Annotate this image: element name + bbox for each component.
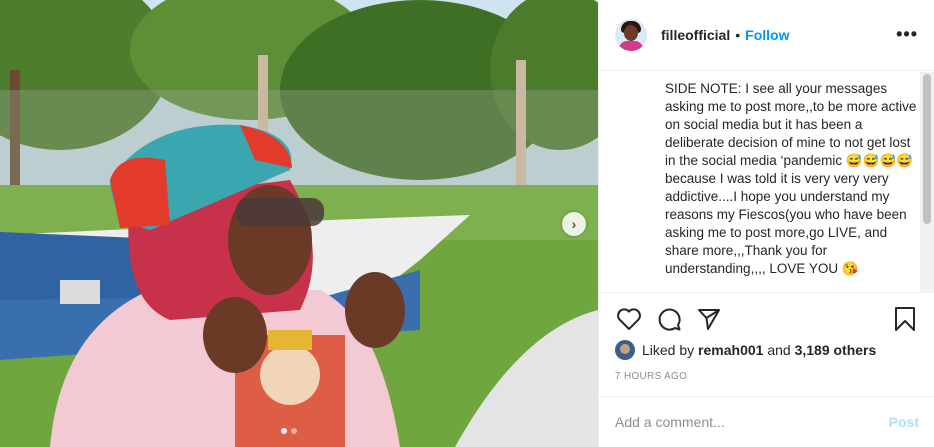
follow-button[interactable]: Follow	[745, 27, 789, 43]
caption-scrollbar[interactable]	[920, 72, 934, 292]
likes-count[interactable]: 3,189 others	[795, 342, 877, 358]
post-header: filleofficial • Follow •••	[599, 0, 934, 71]
photo-illustration	[0, 0, 598, 447]
post-side-panel: filleofficial • Follow ••• SIDE NOTE: I …	[598, 0, 934, 447]
carousel-indicator	[281, 428, 297, 434]
more-options-icon[interactable]: •••	[896, 24, 918, 45]
scrollbar-thumb[interactable]	[923, 74, 931, 224]
caption-text: SIDE NOTE: I see all your messages askin…	[665, 81, 917, 276]
separator-dot: •	[735, 27, 741, 43]
username-link[interactable]: filleofficial	[661, 27, 730, 43]
caption-area: SIDE NOTE: I see all your messages askin…	[599, 72, 919, 292]
likes-prefix: Liked by	[642, 342, 695, 358]
heart-icon[interactable]	[615, 305, 643, 333]
paper-plane-icon[interactable]	[695, 305, 723, 333]
comment-icon[interactable]	[655, 305, 683, 333]
liker-avatar[interactable]	[615, 340, 635, 360]
post-comment-button[interactable]: Post	[889, 414, 919, 430]
comment-bar: Post	[599, 396, 934, 447]
comment-input[interactable]	[615, 414, 889, 430]
post-photo[interactable]: ›	[0, 0, 598, 447]
post-timestamp[interactable]: 7 HOURS AGO	[615, 371, 687, 382]
bookmark-icon[interactable]	[891, 305, 919, 333]
liker-username[interactable]: remah001	[698, 342, 763, 358]
avatar[interactable]	[615, 19, 647, 51]
carousel-next-button[interactable]: ›	[562, 212, 586, 236]
action-bar	[599, 292, 934, 344]
likes-summary: Liked by remah001 and 3,189 others	[615, 340, 876, 360]
carousel-dot-active	[281, 428, 287, 434]
carousel-dot	[291, 428, 297, 434]
likes-conjunction: and	[767, 342, 791, 358]
